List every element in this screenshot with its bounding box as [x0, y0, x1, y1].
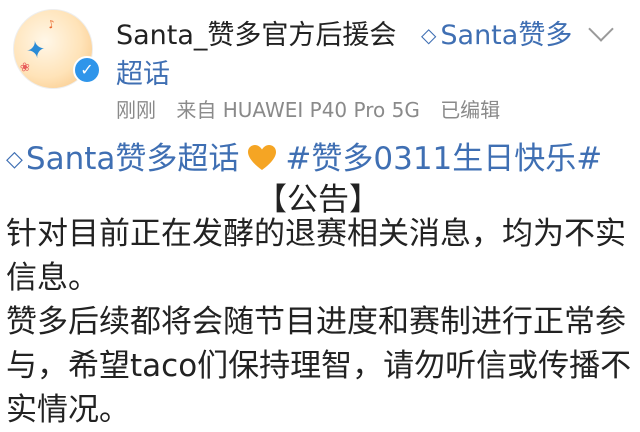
hashtag-link[interactable]: #赞多0311生日快乐# — [285, 141, 602, 177]
verified-icon: ✓ — [73, 56, 101, 84]
avatar-deco: ♪ — [46, 17, 57, 32]
supertopic-link[interactable]: ◇ Santa赞多 — [421, 13, 572, 52]
paragraph-2: 赞多后续都将会随节目进度和赛制进行正常参与，希望taco们保持理智，请勿听信或传… — [6, 304, 632, 428]
diamond-icon: ◇ — [421, 23, 437, 47]
post-meta: 刚刚 来自 HUAWEI P40 Pro 5G 已编辑 — [116, 94, 514, 123]
chevron-down-icon[interactable] — [588, 16, 614, 42]
diamond-icon: ◇ — [6, 147, 23, 172]
post-source: 来自 HUAWEI P40 Pro 5G — [176, 98, 420, 122]
topic-line: ◇Santa赞多超话 #赞多0311生日快乐# — [6, 133, 602, 180]
author-name[interactable]: Santa_赞多官方后援会 — [116, 13, 396, 52]
supertopic-label-line2[interactable]: 超话 — [116, 52, 170, 91]
post-body: 针对目前正在发酵的退赛相关消息，均为不实信息。 赞多后续都将会随节目进度和赛制进… — [6, 212, 636, 432]
post-edited: 已编辑 — [440, 98, 501, 122]
avatar-deco: ❀ — [18, 59, 32, 75]
supertopic-label: Santa赞多 — [440, 20, 573, 51]
topic-link[interactable]: Santa赞多超话 — [26, 141, 239, 177]
post-time: 刚刚 — [116, 98, 156, 122]
paragraph-1: 针对目前正在发酵的退赛相关消息，均为不实信息。 — [6, 216, 626, 296]
